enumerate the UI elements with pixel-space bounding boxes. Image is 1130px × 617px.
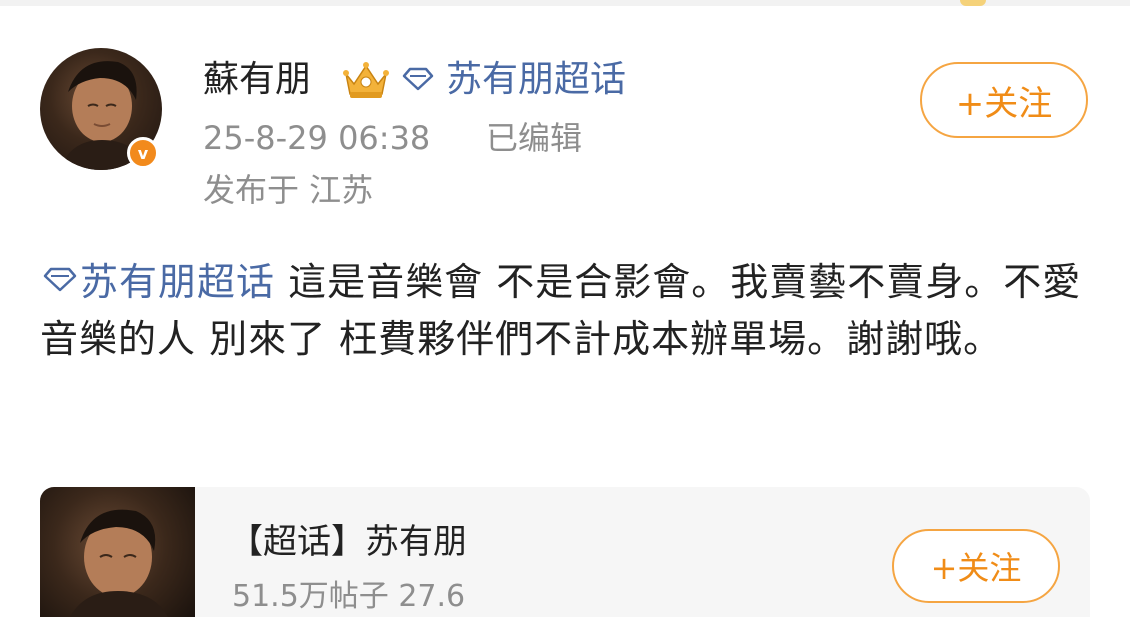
edited-label[interactable]: 已编辑 [486, 118, 582, 158]
follow-button[interactable]: +关注 [920, 62, 1088, 138]
inline-topic-label[interactable]: 苏有朋超话 [80, 260, 275, 304]
inline-topic-tag[interactable]: 苏有朋超话 [40, 260, 275, 304]
super-topic-card[interactable]: 【超话】苏有朋 51.5万帖子 27.6 +关注 [40, 487, 1090, 617]
crown-icon[interactable] [340, 60, 392, 102]
card-follow-button[interactable]: +关注 [892, 529, 1060, 603]
corner-decoration [960, 0, 986, 6]
card-portrait [70, 509, 168, 617]
weibo-post-screen: v 蘇有朋 苏有朋超话 25-8-29 06:38 已编辑 发布于 江苏 +关注… [0, 0, 1130, 617]
verified-icon: v [127, 137, 159, 169]
diamond-icon [43, 267, 77, 292]
post-timestamp: 25-8-29 06:38 [203, 119, 431, 157]
post-location: 发布于 江苏 [203, 171, 374, 209]
diamond-icon [402, 67, 434, 91]
username[interactable]: 蘇有朋 [203, 58, 311, 102]
watermark-overlay [480, 575, 705, 617]
topic-link[interactable]: 苏有朋超话 [446, 58, 626, 102]
card-thumbnail [40, 487, 195, 617]
card-stats: 51.5万帖子 27.6 [232, 579, 466, 614]
card-title: 【超话】苏有朋 [229, 522, 467, 562]
post-text: 苏有朋超话 這是音樂會 不是合影會。我賣藝不賣身。不愛音樂的人 別來了 枉費夥伴… [40, 254, 1095, 368]
